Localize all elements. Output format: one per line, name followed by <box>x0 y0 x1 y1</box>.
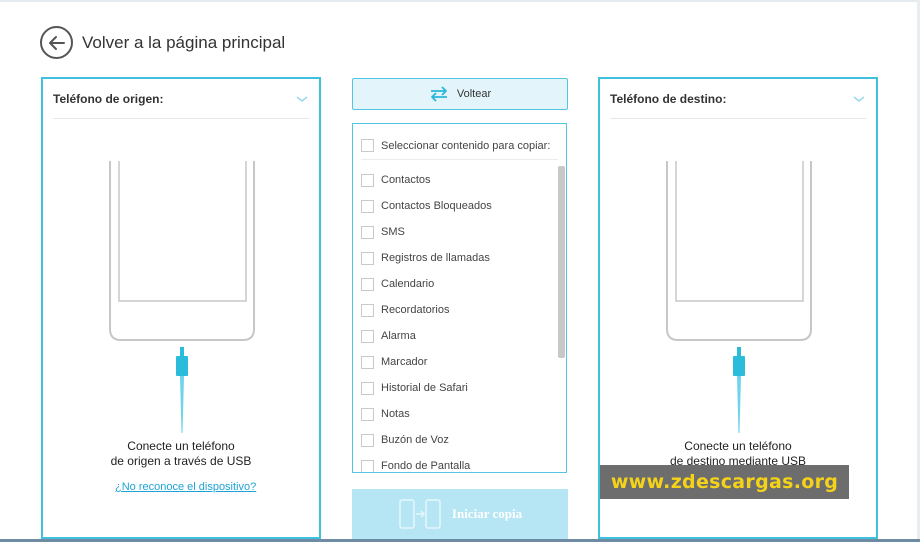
item-label: Calendario <box>381 278 435 290</box>
content-items: Contactos Contactos Bloqueados SMS Regis… <box>361 167 550 472</box>
item-checkbox[interactable] <box>361 277 374 291</box>
flip-button[interactable]: Voltear <box>352 78 568 110</box>
list-item[interactable]: Buzón de Voz <box>361 427 550 453</box>
list-item[interactable]: Fondo de Pantalla <box>361 453 550 472</box>
chevron-down-icon <box>853 95 865 102</box>
back-to-home-button[interactable]: Volver a la página principal <box>40 26 285 59</box>
item-checkbox[interactable] <box>361 407 374 421</box>
select-all-row[interactable]: Seleccionar contenido para copiar: <box>361 132 558 160</box>
list-item[interactable]: Recordatorios <box>361 297 550 323</box>
item-checkbox[interactable] <box>361 459 374 472</box>
swap-arrows-icon <box>430 86 447 102</box>
content-selection-list: Seleccionar contenido para copiar: Conta… <box>352 123 567 473</box>
item-label: Registros de llamadas <box>381 252 490 264</box>
window-top-border <box>0 0 920 4</box>
start-copy-button[interactable]: Iniciar copia <box>352 489 568 539</box>
source-connect-status: Conecte un teléfono de origen a través d… <box>43 439 319 469</box>
select-all-checkbox[interactable] <box>361 139 374 152</box>
item-checkbox[interactable] <box>361 173 374 187</box>
item-label: Contactos Bloqueados <box>381 200 492 212</box>
usb-cable-icon <box>733 347 745 433</box>
chevron-down-icon <box>296 95 308 102</box>
list-item[interactable]: Marcador <box>361 349 550 375</box>
item-label: Alarma <box>381 330 416 342</box>
list-item[interactable]: Alarma <box>361 323 550 349</box>
item-checkbox[interactable] <box>361 329 374 343</box>
item-label: Recordatorios <box>381 304 450 316</box>
select-all-label: Seleccionar contenido para copiar: <box>381 139 551 152</box>
destination-phone-title: Teléfono de destino: <box>610 91 727 106</box>
item-label: Fondo de Pantalla <box>381 460 471 472</box>
item-label: Contactos <box>381 174 431 186</box>
phone-outline-icon <box>109 161 255 341</box>
item-label: Buzón de Voz <box>381 434 449 446</box>
item-checkbox[interactable] <box>361 433 374 447</box>
watermark-banner: www.zdescargas.org <box>600 465 849 499</box>
source-phone-selector[interactable]: Teléfono de origen: <box>53 79 309 119</box>
list-item[interactable]: Calendario <box>361 271 550 297</box>
list-item[interactable]: Notas <box>361 401 550 427</box>
item-label: Notas <box>381 408 410 420</box>
destination-phone-selector[interactable]: Teléfono de destino: <box>610 79 866 119</box>
item-checkbox[interactable] <box>361 381 374 395</box>
arrow-left-icon <box>40 26 73 59</box>
list-item[interactable]: Contactos Bloqueados <box>361 193 550 219</box>
item-label: SMS <box>381 226 405 238</box>
item-checkbox[interactable] <box>361 355 374 369</box>
source-phone-title: Teléfono de origen: <box>53 91 164 106</box>
item-checkbox[interactable] <box>361 199 374 213</box>
item-label: Historial de Safari <box>381 382 468 394</box>
list-item[interactable]: SMS <box>361 219 550 245</box>
source-phone-panel: Teléfono de origen: Conecte un teléfono … <box>41 77 321 539</box>
item-checkbox[interactable] <box>361 303 374 317</box>
start-copy-label: Iniciar copia <box>451 506 523 521</box>
list-item[interactable]: Historial de Safari <box>361 375 550 401</box>
item-label: Marcador <box>381 356 428 368</box>
copy-phones-icon <box>399 499 441 529</box>
source-status-line-2: de origen a través de USB <box>110 454 252 468</box>
item-checkbox[interactable] <box>361 225 374 239</box>
back-label: Volver a la página principal <box>82 32 286 52</box>
usb-cable-icon <box>176 347 188 433</box>
list-scrollbar[interactable] <box>558 166 565 358</box>
source-status-line-1: Conecte un teléfono <box>127 439 235 453</box>
list-item[interactable]: Registros de llamadas <box>361 245 550 271</box>
phone-outline-icon <box>666 161 812 341</box>
watermark-text: www.zdescargas.org <box>610 471 839 493</box>
list-item[interactable]: Contactos <box>361 167 550 193</box>
flip-label: Voltear <box>456 88 492 100</box>
destination-status-line-1: Conecte un teléfono <box>684 439 792 453</box>
device-not-recognized-link[interactable]: ¿No reconoce el dispositivo? <box>115 481 256 493</box>
item-checkbox[interactable] <box>361 251 374 265</box>
